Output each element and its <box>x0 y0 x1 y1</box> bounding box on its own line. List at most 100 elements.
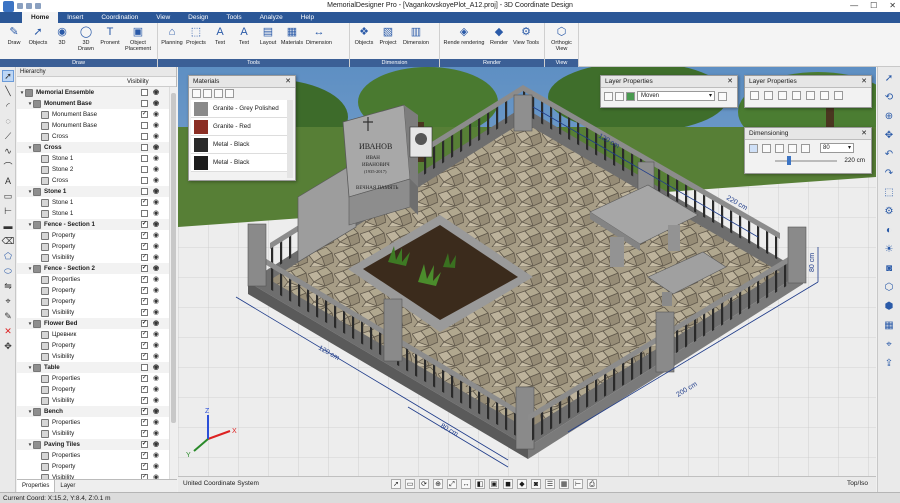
grid-toggle-icon[interactable]: ▦ <box>882 318 896 332</box>
close-window-button[interactable]: ✕ <box>889 1 896 10</box>
eye-icon[interactable]: ◉ <box>153 320 161 327</box>
stamp-tool-icon[interactable]: ▬ <box>2 220 14 232</box>
hierarchy-item-row[interactable]: Property ✓ ◉ <box>17 230 169 241</box>
layer-lock-icon[interactable] <box>792 91 801 100</box>
minimize-button[interactable]: — <box>850 1 858 10</box>
eye-icon[interactable]: ◉ <box>153 243 161 250</box>
hierarchy-item-row[interactable]: Property ✓ ◉ <box>17 340 169 351</box>
redo-view-icon[interactable]: ↷ <box>882 166 896 180</box>
move-tool-icon[interactable]: ✥ <box>2 340 14 352</box>
visibility-checkbox[interactable]: ✓ <box>141 199 148 206</box>
visibility-checkbox[interactable]: ✓ <box>141 430 148 437</box>
material-item[interactable]: Metal - Black <box>191 136 287 154</box>
eye-icon[interactable]: ◉ <box>153 265 161 272</box>
visibility-checkbox[interactable] <box>141 144 148 151</box>
fit-view-icon[interactable]: ⬚ <box>882 185 896 199</box>
materials-scrollbar[interactable] <box>287 100 293 178</box>
visibility-checkbox[interactable]: ✓ <box>141 397 148 404</box>
eye-icon[interactable]: ◉ <box>153 144 161 151</box>
measure-icon[interactable]: ↔ <box>461 479 471 489</box>
hierarchy-group-row[interactable]: ▾ Table ◉ <box>17 362 169 373</box>
hierarchy-item-row[interactable]: Stone 2 ◉ <box>17 164 169 175</box>
maximize-button[interactable]: ☐ <box>870 1 877 10</box>
hierarchy-group-row[interactable]: ▾ Memorial Ensemble ◉ <box>17 87 169 98</box>
grid-icon[interactable]: ▦ <box>559 479 569 489</box>
delete-material-icon[interactable] <box>225 89 234 98</box>
cube-view-icon[interactable]: ⬡ <box>882 280 896 294</box>
visibility-checkbox[interactable]: ✓ <box>141 276 148 283</box>
layer-link-icon[interactable] <box>806 91 815 100</box>
eye-icon[interactable]: ◉ <box>153 155 161 162</box>
polygon-tool-icon[interactable]: ⬠ <box>2 250 14 262</box>
curve-tool-icon[interactable]: ∿ <box>2 145 14 157</box>
hierarchy-item-row[interactable]: Property ✓ ◉ <box>17 461 169 472</box>
shading-icon[interactable]: ◐ <box>882 223 896 237</box>
eye-icon[interactable]: ◉ <box>153 419 161 426</box>
material-item[interactable]: Metal - Black <box>191 154 287 172</box>
orbit-icon[interactable]: ⟲ <box>882 90 896 104</box>
hierarchy-group-row[interactable]: ▾ Flower Bed ✓ ◉ <box>17 318 169 329</box>
eye-icon[interactable]: ◉ <box>153 408 161 415</box>
select-arrow-icon[interactable]: ➚ <box>391 479 401 489</box>
hierarchy-item-row[interactable]: Property ✓ ◉ <box>17 296 169 307</box>
hierarchy-group-row[interactable]: ▾ Paving Tiles ✓ ◉ <box>17 439 169 450</box>
hierarchy-scrollbar[interactable] <box>169 87 177 479</box>
hierarchy-item-row[interactable]: Monument Base ◉ <box>17 120 169 131</box>
hierarchy-group-row[interactable]: ▾ Stone 1 ◉ <box>17 186 169 197</box>
layer-next-icon[interactable] <box>615 91 624 101</box>
close-icon[interactable]: ✕ <box>861 128 867 140</box>
arc-tool-icon[interactable]: ◜ <box>2 100 14 112</box>
scrollbar-thumb[interactable] <box>171 93 176 423</box>
hierarchy-item-row[interactable]: Property ✓ ◉ <box>17 285 169 296</box>
visibility-checkbox[interactable]: ✓ <box>141 232 148 239</box>
visibility-checkbox[interactable] <box>141 155 148 162</box>
layer-stack-icon[interactable] <box>750 91 759 100</box>
hierarchy-item-row[interactable]: Visibility ✓ ◉ <box>17 307 169 318</box>
hierarchy-item-row[interactable]: Properties ✓ ◉ <box>17 274 169 285</box>
eye-icon[interactable]: ◉ <box>153 364 161 371</box>
view-name-label[interactable]: Top/Iso <box>847 480 868 487</box>
layers-icon[interactable]: ☰ <box>545 479 555 489</box>
visibility-checkbox[interactable]: ✓ <box>141 298 148 305</box>
box-select-icon[interactable]: ▭ <box>405 479 415 489</box>
close-icon[interactable]: ✕ <box>285 76 291 88</box>
new-material-icon[interactable] <box>192 89 201 98</box>
eye-icon[interactable]: ◉ <box>153 199 161 206</box>
layer-select[interactable]: Moven ▾ <box>637 91 715 101</box>
hierarchy-group-row[interactable]: ▾ Fence - Section 2 ✓ ◉ <box>17 263 169 274</box>
visibility-checkbox[interactable]: ✓ <box>141 353 148 360</box>
layer-color-icon[interactable] <box>626 91 635 101</box>
open-folder-icon[interactable] <box>203 89 212 98</box>
layer-export-icon[interactable] <box>834 91 843 100</box>
visibility-checkbox[interactable]: ✓ <box>141 221 148 228</box>
visibility-checkbox[interactable] <box>141 210 148 217</box>
render-preview-icon[interactable]: ◆ <box>517 479 527 489</box>
visibility-checkbox[interactable]: ✓ <box>141 419 148 426</box>
visibility-checkbox[interactable]: ✓ <box>141 342 148 349</box>
edit-tool-icon[interactable]: ✎ <box>2 310 14 322</box>
visibility-checkbox[interactable] <box>141 364 148 371</box>
eye-icon[interactable]: ◉ <box>153 331 161 338</box>
visibility-checkbox[interactable]: ✓ <box>141 309 148 316</box>
bezier-tool-icon[interactable]: ⌒ <box>2 160 14 172</box>
hierarchy-item-row[interactable]: Visibility ✓ ◉ <box>17 472 169 479</box>
pan-icon[interactable]: ✥ <box>882 128 896 142</box>
dimension-size-select[interactable]: 80 ▾ <box>820 143 854 153</box>
visibility-checkbox[interactable]: ✓ <box>141 463 148 470</box>
snap-toggle-icon[interactable]: ⌖ <box>882 337 896 351</box>
visibility-checkbox[interactable] <box>141 166 148 173</box>
visibility-checkbox[interactable]: ✓ <box>141 265 148 272</box>
tab-properties[interactable]: Properties <box>17 480 56 492</box>
snap-tool-icon[interactable]: ⌖ <box>2 295 14 307</box>
eye-icon[interactable]: ◉ <box>153 342 161 349</box>
visibility-checkbox[interactable]: ✓ <box>141 254 148 261</box>
hierarchy-item-row[interactable]: Stone 1 ◉ <box>17 208 169 219</box>
hierarchy-item-row[interactable]: Visibility ✓ ◉ <box>17 428 169 439</box>
dimension-slider-thumb[interactable] <box>787 156 792 165</box>
visibility-checkbox[interactable]: ✓ <box>141 287 148 294</box>
visibility-checkbox[interactable]: ✓ <box>141 243 148 250</box>
save-material-icon[interactable] <box>214 89 223 98</box>
rectangle-tool-icon[interactable]: ▭ <box>2 190 14 202</box>
zoom-extents-icon[interactable]: ⤢ <box>447 479 457 489</box>
eye-icon[interactable]: ◉ <box>153 221 161 228</box>
